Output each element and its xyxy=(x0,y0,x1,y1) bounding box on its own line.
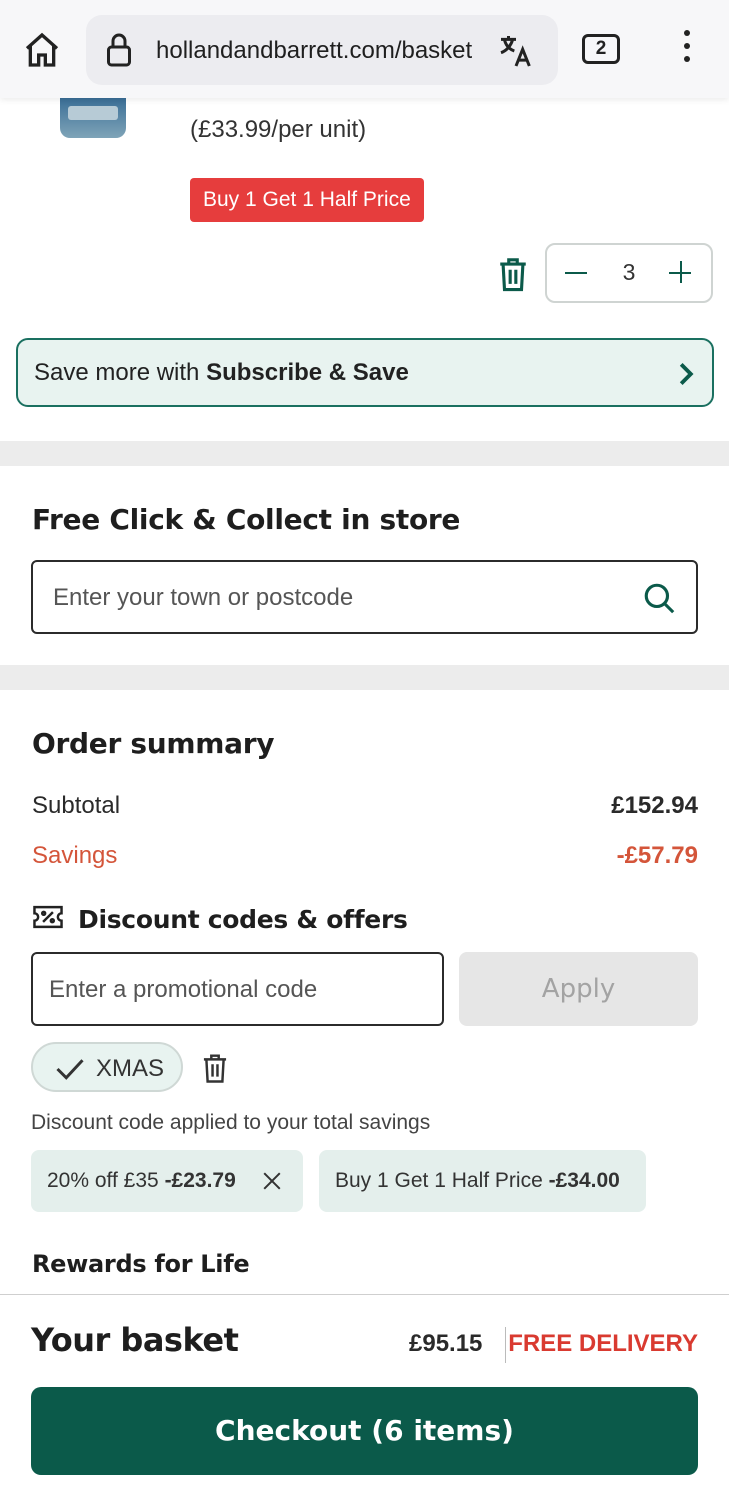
decrease-quantity-button[interactable] xyxy=(563,259,591,287)
offer-tag: 20% off £35 -£23.79 xyxy=(31,1150,303,1212)
basket-label: Your basket xyxy=(31,1321,239,1359)
browser-toolbar: hollandandbarrett.com/basket 2 xyxy=(0,0,729,98)
subtotal-label: Subtotal xyxy=(32,792,121,819)
footer-divider xyxy=(505,1327,506,1363)
section-divider xyxy=(0,665,729,690)
remove-item-icon[interactable] xyxy=(496,255,530,298)
offer-label: 20% off £35 xyxy=(47,1169,159,1192)
click-collect-title: Free Click & Collect in store xyxy=(32,503,461,536)
product-image[interactable] xyxy=(60,98,126,138)
tab-switcher-button[interactable]: 2 xyxy=(582,34,620,64)
translate-icon[interactable] xyxy=(496,31,536,76)
rewards-title: Rewards for Life xyxy=(32,1250,250,1278)
checkout-button[interactable]: Checkout (6 items) xyxy=(31,1387,698,1475)
applied-code-text: XMAS xyxy=(96,1055,165,1082)
store-search-field xyxy=(31,560,698,634)
home-icon[interactable] xyxy=(20,28,64,72)
discount-ticket-icon xyxy=(32,903,64,936)
chevron-right-icon xyxy=(678,361,694,392)
lock-icon[interactable] xyxy=(104,32,134,73)
applied-note: Discount code applied to your total savi… xyxy=(31,1111,431,1134)
subtotal-value: £152.94 xyxy=(611,792,698,819)
promo-code-input[interactable] xyxy=(49,974,419,1006)
subscribe-text: Save more with Subscribe & Save xyxy=(34,359,409,386)
savings-label: Savings xyxy=(32,842,118,869)
quantity-stepper: 3 xyxy=(545,243,713,303)
close-icon[interactable] xyxy=(263,1172,281,1190)
subscribe-save-banner[interactable]: Save more with Subscribe & Save xyxy=(16,338,714,407)
basket-footer: Your basket £95.15 FREE DELIVERY Checkou… xyxy=(0,1294,729,1500)
apply-button[interactable]: Apply xyxy=(459,952,698,1026)
search-icon[interactable] xyxy=(642,581,676,620)
offer-amount: -£23.79 xyxy=(164,1169,236,1192)
promo-code-field xyxy=(31,952,444,1026)
unit-price: (£33.99/per unit) xyxy=(190,116,367,143)
discount-title: Discount codes & offers xyxy=(78,905,408,934)
remove-code-icon[interactable] xyxy=(200,1052,230,1089)
basket-total: £95.15 xyxy=(409,1330,483,1357)
offer-amount: -£34.00 xyxy=(548,1169,620,1192)
increase-quantity-button[interactable] xyxy=(667,259,695,287)
applied-code-chip: XMAS xyxy=(31,1042,183,1092)
offer-tag: Buy 1 Get 1 Half Price -£34.00 xyxy=(319,1150,646,1212)
order-summary-title: Order summary xyxy=(32,727,275,760)
check-icon xyxy=(55,1056,85,1087)
quantity-value: 3 xyxy=(622,259,636,285)
offer-label: Buy 1 Get 1 Half Price xyxy=(335,1169,543,1192)
section-divider xyxy=(0,441,729,466)
store-search-input[interactable] xyxy=(53,582,613,614)
more-vert-icon[interactable] xyxy=(672,30,702,70)
url-text[interactable]: hollandandbarrett.com/basket xyxy=(156,37,474,65)
savings-value: -£57.79 xyxy=(616,842,698,869)
promo-badge: Buy 1 Get 1 Half Price xyxy=(190,178,424,222)
discount-heading: Discount codes & offers xyxy=(32,903,408,936)
address-bar[interactable]: hollandandbarrett.com/basket xyxy=(86,15,558,85)
free-delivery-label: FREE DELIVERY xyxy=(508,1330,698,1357)
